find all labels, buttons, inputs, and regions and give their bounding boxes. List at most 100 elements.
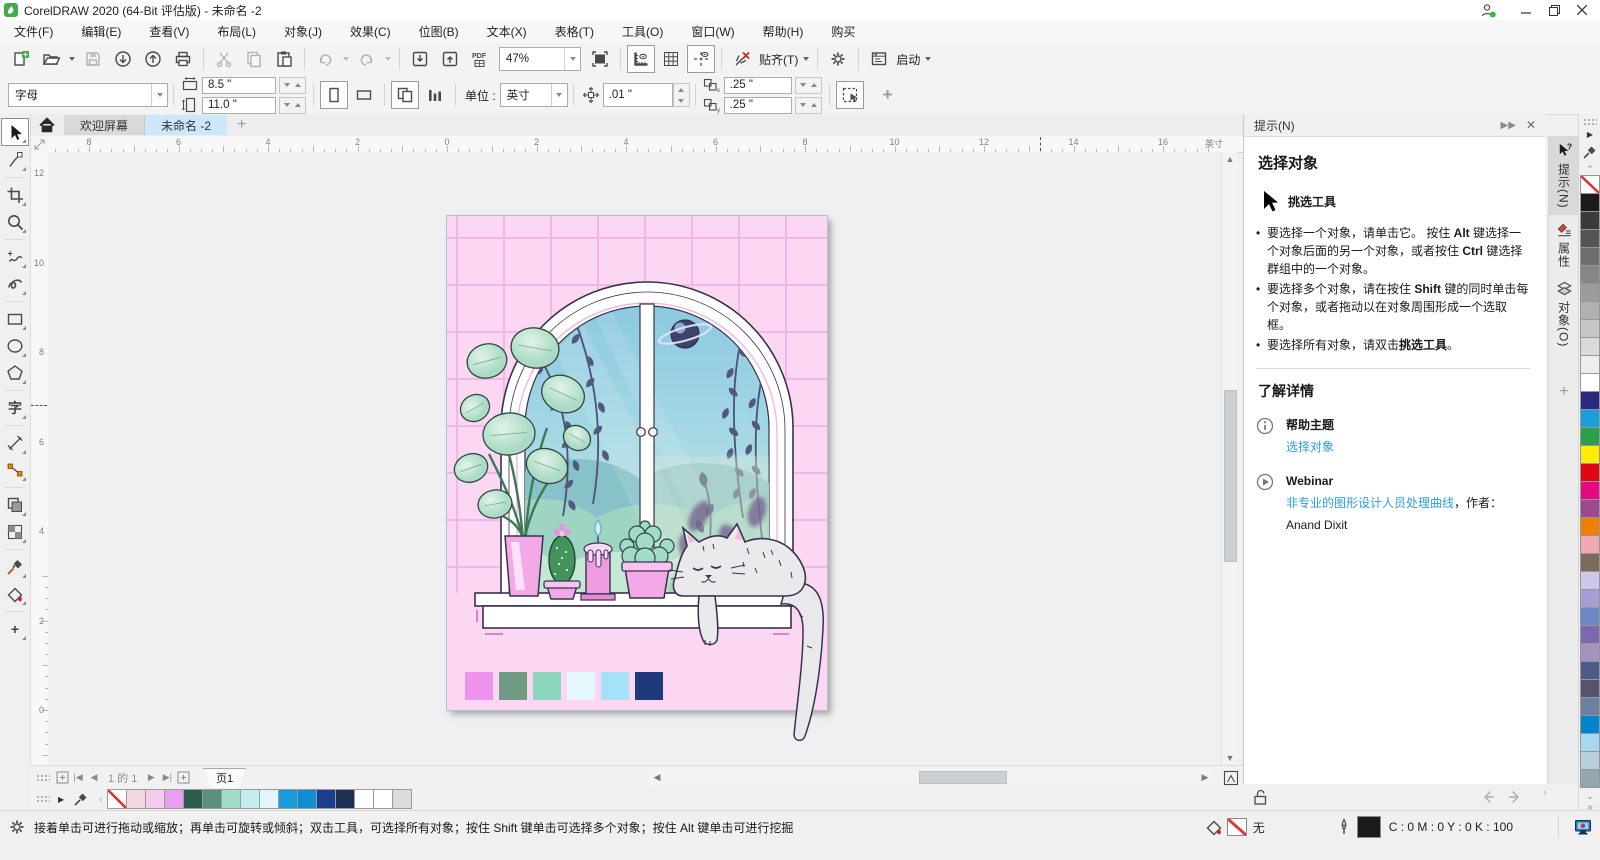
more-tools-button[interactable]: + (2, 616, 28, 642)
docpalette-scroll-left[interactable]: ‹ (99, 794, 102, 805)
swatch-6d86c5[interactable] (1580, 607, 1600, 626)
docpalette-grip[interactable] (36, 795, 50, 803)
color-eyedropper-tool[interactable] (2, 554, 28, 580)
swatch-93a7b0[interactable] (1580, 769, 1600, 788)
tab-welcome-screen[interactable]: 欢迎屏幕 (64, 115, 146, 135)
dimension-tool[interactable] (2, 430, 28, 456)
status-gear-icon[interactable] (8, 818, 26, 836)
docker-collapse-button[interactable]: ▶▶ (1501, 120, 1516, 131)
fill-color-swatch[interactable] (1226, 818, 1247, 836)
doc-swatch-dcdcdc[interactable] (391, 789, 412, 809)
page-width-spinner[interactable] (279, 76, 306, 94)
page-width-field[interactable]: 8.5 " (202, 76, 276, 94)
docker-tab-hints[interactable]: ? 提示(N) (1549, 136, 1579, 215)
swatch-6e6e6d[interactable] (1580, 247, 1600, 266)
swatch-9c4a8f[interactable] (1580, 499, 1600, 518)
scroll-left-arrow[interactable]: ◀ (650, 772, 664, 783)
swatch-c6c6c5[interactable] (1580, 319, 1600, 338)
new-tab-button[interactable]: + (237, 116, 246, 134)
duplicate-y-field[interactable]: .25 " (723, 96, 792, 114)
duplicate-y-spinner[interactable] (794, 96, 822, 114)
interactive-fill-tool[interactable] (2, 581, 28, 607)
outline-color-swatch[interactable] (1356, 816, 1381, 838)
display-settings-icon[interactable] (1574, 818, 1592, 836)
forward-arrow-icon[interactable] (1505, 788, 1523, 806)
add-page-end-button[interactable] (175, 770, 191, 786)
swatch-7a68b0[interactable] (1580, 625, 1600, 644)
add-docker-button[interactable]: + (1549, 353, 1579, 407)
swatch-e5097f[interactable] (1580, 481, 1600, 500)
swatch-2a9e49[interactable] (1580, 427, 1600, 446)
swatch-a79fd4[interactable] (1580, 589, 1600, 608)
doc-swatch-f2d7e1[interactable] (125, 789, 146, 809)
pick-tool[interactable] (1, 118, 29, 146)
swatch-dd0613[interactable] (1580, 463, 1600, 482)
doc-swatch-e2f5fa[interactable] (258, 789, 279, 809)
page-height-field[interactable]: 11.0 " (202, 96, 276, 114)
swatch-cfc7e7[interactable] (1580, 571, 1600, 590)
tab-document[interactable]: 未命名 -2 (145, 115, 228, 135)
crop-tool[interactable] (2, 182, 28, 208)
text-tool[interactable]: 字 (2, 395, 28, 421)
swatch-868686[interactable] (1580, 265, 1600, 284)
options-button[interactable] (824, 45, 852, 73)
docker-tab-properties[interactable]: 属性 (1549, 215, 1579, 274)
import-button[interactable] (406, 45, 434, 73)
palette-grip[interactable] (1583, 118, 1597, 126)
docker-close-button[interactable]: ✕ (1526, 118, 1536, 132)
swatch-f0a9ae[interactable] (1580, 535, 1600, 554)
drawing-canvas[interactable] (48, 152, 1221, 765)
portrait-orientation-button[interactable] (320, 81, 348, 109)
duplicate-x-field[interactable]: .25 " (723, 76, 792, 94)
fullscreen-preview-button[interactable] (586, 45, 614, 73)
duplicate-x-spinner[interactable] (794, 76, 822, 94)
paste-button[interactable] (270, 45, 298, 73)
restore-button[interactable] (1540, 1, 1568, 19)
snap-menu-button[interactable]: 贴齐(T) (759, 51, 798, 68)
doc-swatch-f8cbee[interactable] (144, 789, 165, 809)
vertical-ruler[interactable]: 12 10 8 6 4 2 0 (30, 152, 49, 765)
page-size-preset-combobox[interactable]: 字母 (8, 83, 168, 107)
docpalette-flyout-button[interactable]: ▶ (58, 795, 64, 804)
scroll-down-arrow[interactable]: ▼ (1222, 751, 1238, 765)
palette-flyout-button[interactable]: ▶ (1587, 130, 1593, 139)
add-control-button[interactable]: + (883, 85, 893, 105)
chevron-down-icon[interactable] (564, 48, 580, 70)
swatch-bacfdb[interactable] (1580, 751, 1600, 770)
cut-button[interactable] (210, 45, 238, 73)
scroll-up-arrow[interactable]: ▲ (1222, 152, 1238, 166)
chevron-down-icon[interactable] (550, 84, 567, 106)
menu-item-4[interactable]: 对象(J) (270, 20, 336, 42)
webinar-link[interactable]: 非专业的图形设计人员处理曲线 (1286, 496, 1454, 510)
menu-item-6[interactable]: 位图(B) (405, 20, 473, 42)
open-button[interactable] (37, 45, 65, 73)
undo-button[interactable] (311, 45, 339, 73)
back-arrow-icon[interactable] (1480, 788, 1498, 806)
polygon-tool[interactable] (2, 360, 28, 386)
palette-scroll-up[interactable]: ⌃ (1586, 164, 1594, 175)
swatch-2b2a81[interactable] (1580, 391, 1600, 410)
swatch-7d6a5c[interactable] (1580, 553, 1600, 572)
swatch-ee7f03[interactable] (1580, 517, 1600, 536)
doc-swatch-0f8fd0[interactable] (296, 789, 317, 809)
artistic-media-tool[interactable] (2, 271, 28, 297)
save-button[interactable] (79, 45, 107, 73)
redo-button[interactable] (353, 45, 381, 73)
menu-item-7[interactable]: 文本(X) (473, 20, 541, 42)
menu-item-10[interactable]: 窗口(W) (677, 20, 748, 42)
swatch-b1b1b1[interactable] (1580, 301, 1600, 320)
shape-tool[interactable] (2, 147, 28, 173)
copy-button[interactable] (240, 45, 268, 73)
swatch-0084cc[interactable] (1580, 715, 1600, 734)
swatch-4c5c88[interactable] (1580, 661, 1600, 680)
open-from-cloud-button[interactable] (109, 45, 137, 73)
lock-icon[interactable] (1251, 788, 1269, 806)
swatch-6d80a4[interactable] (1580, 697, 1600, 716)
all-pages-button[interactable] (391, 81, 419, 109)
swatch-a294bf[interactable] (1580, 643, 1600, 662)
freehand-tool[interactable] (2, 244, 28, 270)
toggle-grid-button[interactable] (657, 45, 685, 73)
document-navigator-button[interactable] (1222, 769, 1240, 787)
menu-item-9[interactable]: 工具(O) (608, 20, 677, 42)
docpalette-eyedropper-icon[interactable] (72, 790, 90, 808)
